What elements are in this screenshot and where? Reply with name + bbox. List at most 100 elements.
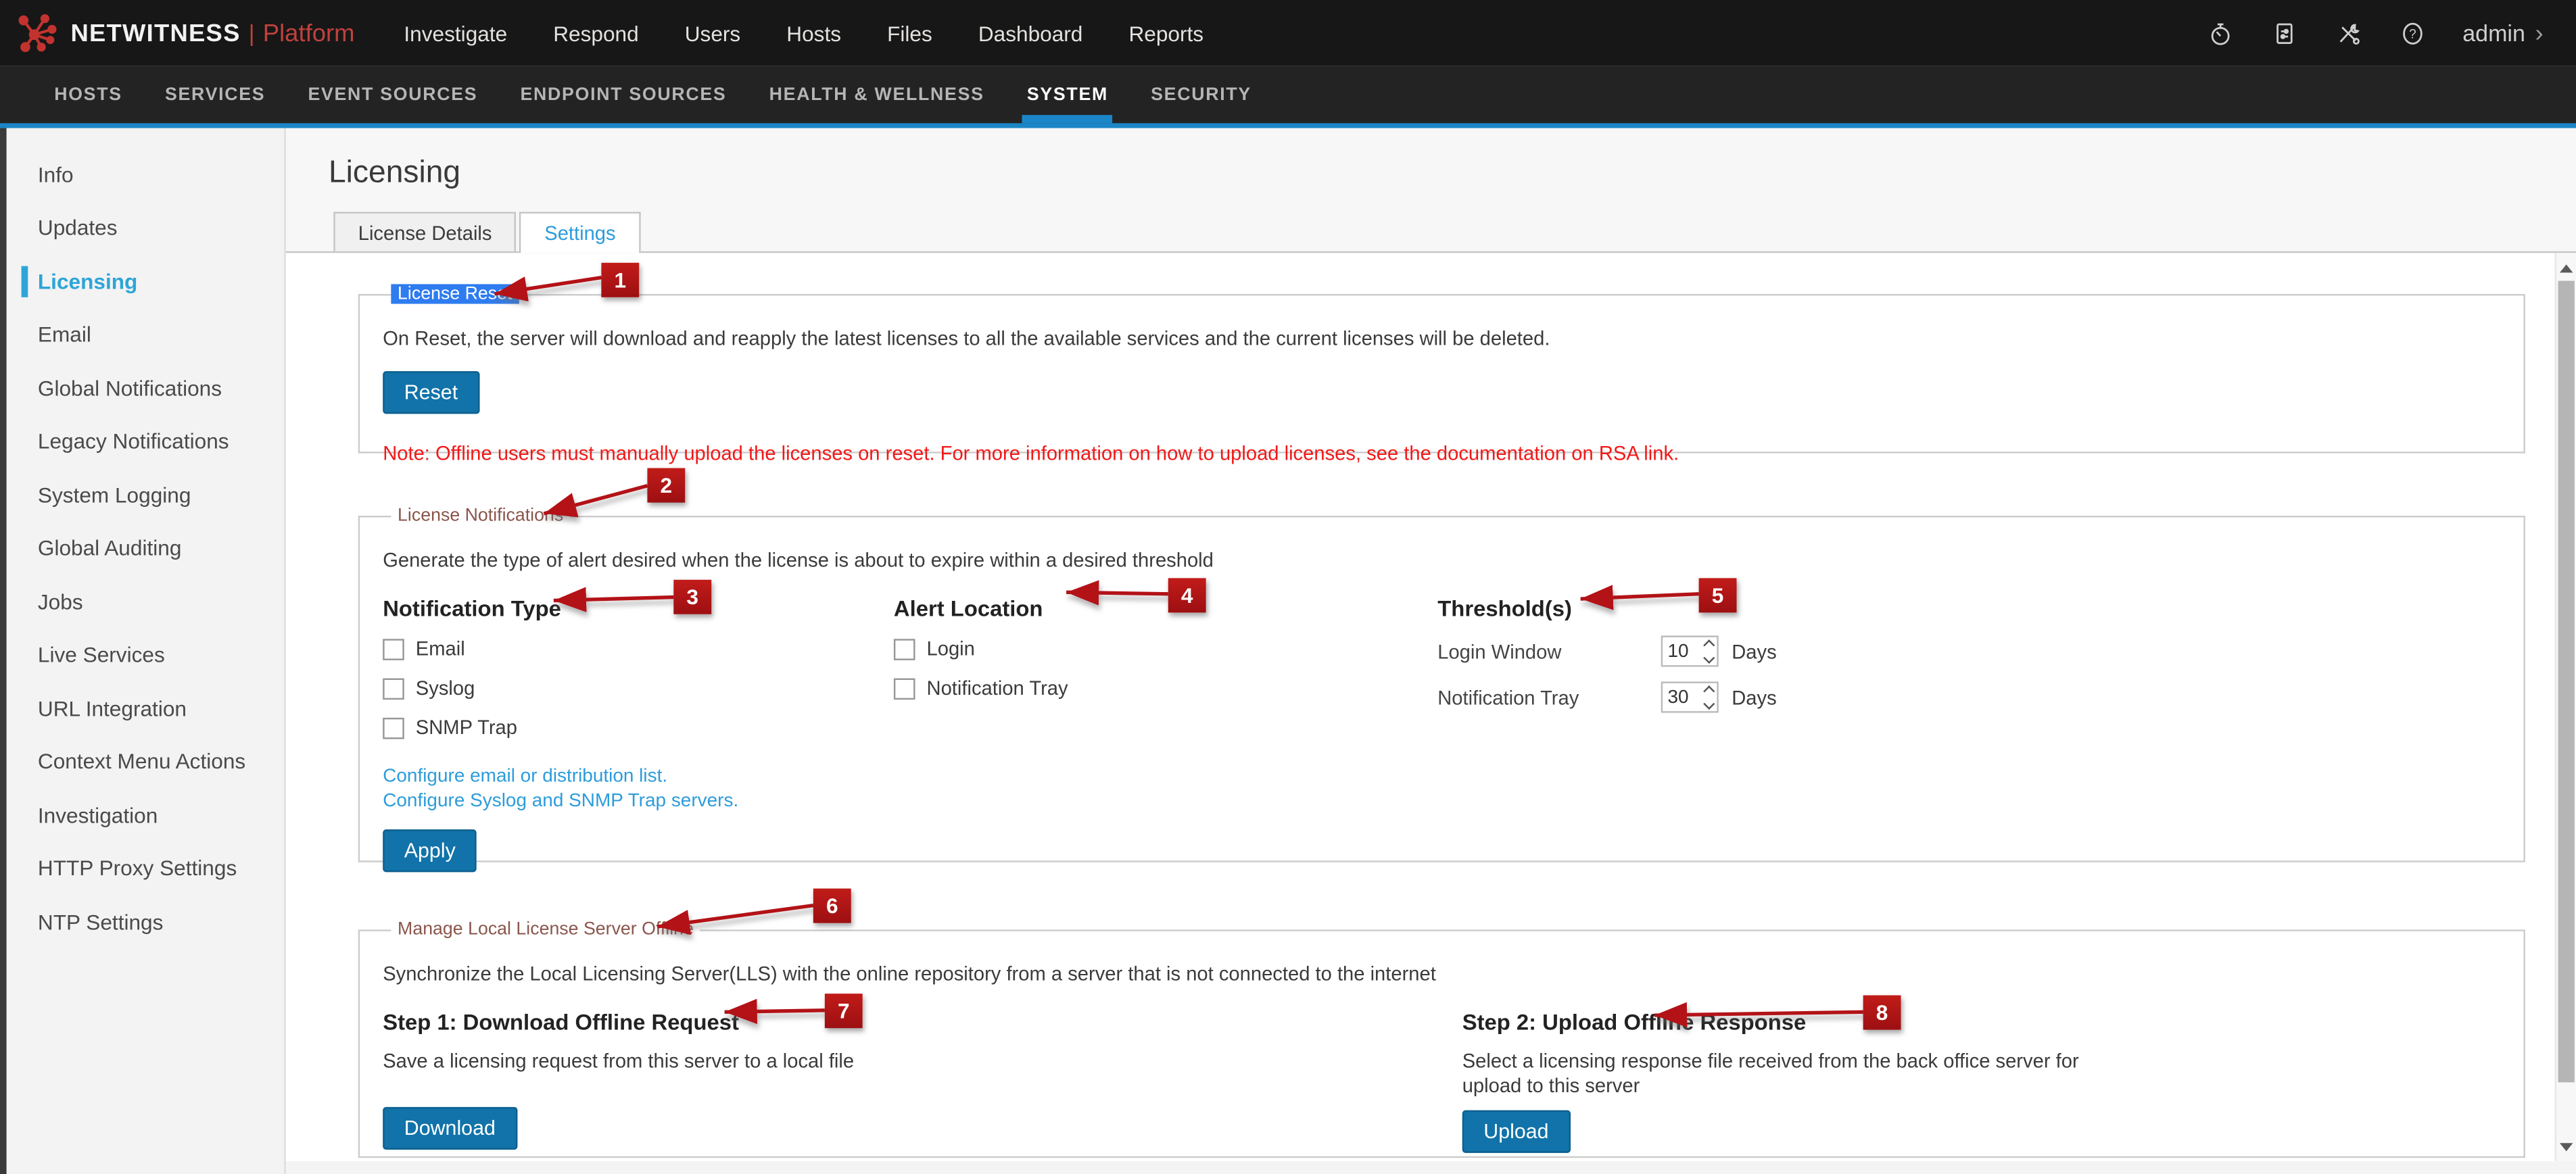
nav-item-users[interactable]: Users <box>685 20 741 45</box>
license-reset-note: Note: Offline users must manually upload… <box>383 442 2500 465</box>
subnav-security[interactable]: SECURITY <box>1130 66 1273 123</box>
netwitness-logo[interactable]: NETWITNESS | Platform <box>16 11 354 54</box>
upload-button[interactable]: Upload <box>1462 1110 1570 1153</box>
license-reset-description: On Reset, the server will download and r… <box>383 327 2500 350</box>
app-window: NETWITNESS | Platform Investigate Respon… <box>0 0 2576 1174</box>
annotation-badge-2: 2 <box>647 468 685 503</box>
nav-item-respond[interactable]: Respond <box>553 20 638 45</box>
timer-icon[interactable] <box>2206 19 2234 47</box>
spinner-arrows-icon[interactable] <box>1704 642 1712 660</box>
sidebar-item-licensing[interactable]: Licensing <box>7 255 285 308</box>
sidebar-item-context-menu-actions[interactable]: Context Menu Actions <box>7 735 285 788</box>
scroll-up-button[interactable] <box>2556 256 2576 279</box>
login-window-spinner[interactable]: 10 <box>1661 635 1719 666</box>
reset-button[interactable]: Reset <box>383 371 479 414</box>
configure-syslog-snmp-link[interactable]: Configure Syslog and SNMP Trap servers. <box>383 789 894 813</box>
login-window-value: 10 <box>1667 641 1688 661</box>
scrollbar-thumb[interactable] <box>2558 281 2575 1083</box>
notification-tray-checkbox[interactable] <box>894 677 915 699</box>
license-notifications-description: Generate the type of alert desired when … <box>383 549 2500 572</box>
tab-settings[interactable]: Settings <box>520 212 640 253</box>
subnav-system[interactable]: SYSTEM <box>1005 66 1129 123</box>
vertical-scrollbar[interactable] <box>2555 253 2576 1161</box>
option-notification-tray: Notification Tray <box>894 677 1437 700</box>
license-reset-legend: License Reset <box>391 284 519 303</box>
nav-item-hosts[interactable]: Hosts <box>786 20 841 45</box>
notification-tray-value: 30 <box>1667 687 1688 707</box>
settings-panel: License Reset On Reset, the server will … <box>286 251 2576 1161</box>
sidebar-item-system-logging[interactable]: System Logging <box>7 468 285 522</box>
alert-location-heading: Alert Location <box>894 596 1437 620</box>
triangle-down-icon <box>2560 1142 2573 1150</box>
notification-tray-threshold-label: Notification Tray <box>1437 686 1661 709</box>
sidebar-item-jobs[interactable]: Jobs <box>7 575 285 629</box>
scroll-down-button[interactable] <box>2556 1135 2576 1158</box>
option-login: Login <box>894 637 1437 660</box>
sidebar-item-email[interactable]: Email <box>7 308 285 362</box>
manage-offline-section: Manage Local License Server Offline Sync… <box>358 920 2525 1158</box>
license-reset-section: License Reset On Reset, the server will … <box>358 284 2525 453</box>
notification-tray-unit: Days <box>1732 686 1776 709</box>
option-email: Email <box>383 637 894 660</box>
syslog-checkbox[interactable] <box>383 677 404 699</box>
sidebar-item-ntp-settings[interactable]: NTP Settings <box>7 895 285 948</box>
manage-offline-legend: Manage Local License Server Offline <box>391 920 700 939</box>
notification-tray-spinner[interactable]: 30 <box>1661 681 1719 712</box>
step1-heading: Step 1: Download Offline Request <box>383 1010 1462 1034</box>
nav-item-dashboard[interactable]: Dashboard <box>978 20 1083 45</box>
subnav-endpoint-sources[interactable]: ENDPOINT SOURCES <box>499 66 748 123</box>
option-snmp-trap: SNMP Trap <box>383 716 894 739</box>
configure-email-link[interactable]: Configure email or distribution list. <box>383 765 894 789</box>
subnav-services[interactable]: SERVICES <box>143 66 286 123</box>
top-navigation-bar: NETWITNESS | Platform Investigate Respon… <box>0 0 2576 66</box>
notification-type-heading: Notification Type <box>383 596 894 620</box>
syslog-label: Syslog <box>416 677 475 700</box>
snmp-trap-checkbox[interactable] <box>383 717 404 739</box>
login-checkbox[interactable] <box>894 638 915 660</box>
netwitness-spark-icon <box>16 11 59 54</box>
option-syslog: Syslog <box>383 677 894 700</box>
sidebar-item-live-services[interactable]: Live Services <box>7 628 285 681</box>
preferences-icon[interactable] <box>2270 19 2298 47</box>
thresholds-heading: Threshold(s) <box>1437 596 2500 620</box>
sidebar-item-url-integration[interactable]: URL Integration <box>7 681 285 735</box>
threshold-notification-tray-row: Notification Tray 30 Days <box>1437 681 2500 712</box>
user-name: admin <box>2462 20 2525 46</box>
sidebar-item-global-notifications[interactable]: Global Notifications <box>7 362 285 415</box>
tab-bar: License Details Settings <box>286 210 2576 251</box>
user-menu[interactable]: admin › <box>2462 19 2543 47</box>
tools-icon[interactable] <box>2335 19 2362 47</box>
subnav-health-wellness[interactable]: HEALTH & WELLNESS <box>748 66 1005 123</box>
brand-name: NETWITNESS <box>70 19 240 47</box>
admin-subnav: HOSTS SERVICES EVENT SOURCES ENDPOINT SO… <box>0 66 2576 128</box>
system-sidebar: Info Updates Licensing Email Global Noti… <box>7 128 286 1174</box>
email-checkbox[interactable] <box>383 638 404 660</box>
sidebar-item-investigation[interactable]: Investigation <box>7 788 285 841</box>
sidebar-item-info[interactable]: Info <box>7 148 285 201</box>
step2-description: Select a licensing response file receive… <box>1462 1050 2120 1097</box>
brand-divider: | <box>249 20 255 46</box>
step2-heading: Step 2: Upload Offline Response <box>1462 1010 2501 1034</box>
license-notifications-legend: License Notifications <box>391 506 570 525</box>
download-button[interactable]: Download <box>383 1106 517 1149</box>
subnav-event-sources[interactable]: EVENT SOURCES <box>287 66 499 123</box>
subnav-hosts[interactable]: HOSTS <box>33 66 144 123</box>
nav-item-files[interactable]: Files <box>887 20 932 45</box>
spinner-arrows-icon[interactable] <box>1704 688 1712 706</box>
sidebar-item-http-proxy-settings[interactable]: HTTP Proxy Settings <box>7 841 285 895</box>
svg-text:?: ? <box>2409 26 2416 41</box>
sidebar-item-updates[interactable]: Updates <box>7 201 285 255</box>
main-content: Licensing License Details Settings Licen… <box>286 128 2576 1174</box>
help-icon[interactable]: ? <box>2398 19 2426 47</box>
bottom-strip <box>286 1161 2576 1174</box>
apply-button[interactable]: Apply <box>383 829 477 872</box>
nav-item-investigate[interactable]: Investigate <box>404 20 507 45</box>
tab-license-details[interactable]: License Details <box>333 212 517 251</box>
annotation-badge-6: 6 <box>813 889 851 923</box>
sidebar-item-global-auditing[interactable]: Global Auditing <box>7 522 285 575</box>
step1-description: Save a licensing request from this serve… <box>383 1050 1462 1073</box>
sidebar-item-legacy-notifications[interactable]: Legacy Notifications <box>7 415 285 468</box>
nav-item-reports[interactable]: Reports <box>1128 20 1203 45</box>
login-window-unit: Days <box>1732 639 1776 662</box>
login-window-label: Login Window <box>1437 639 1661 662</box>
